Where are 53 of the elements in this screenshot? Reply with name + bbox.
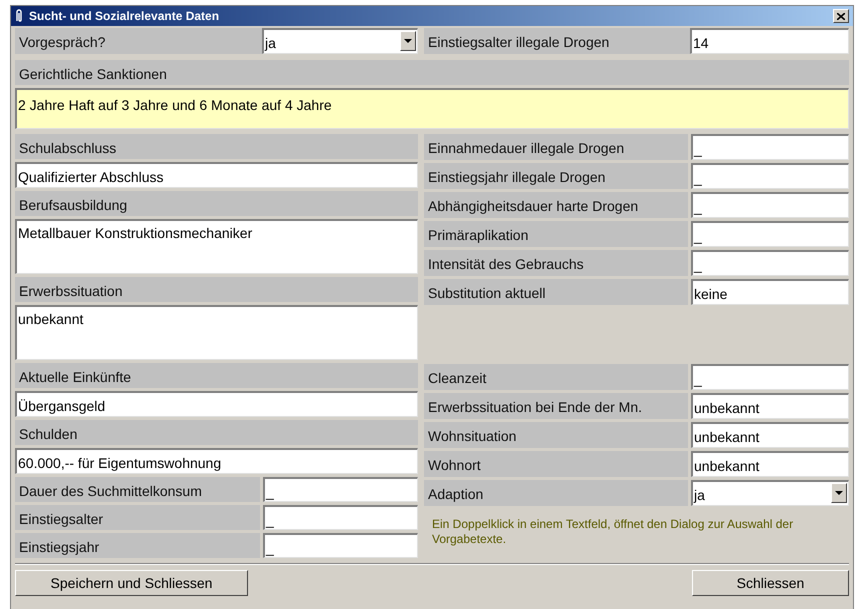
field-label: Abhängigheitsdauer harte Drogen (424, 192, 688, 218)
text-field[interactable]: _ (263, 533, 418, 558)
hint-text: Ein Doppelklick in einem Textfeld, öffnet den Dialog zur Auswahl der Vorgabetexte. (431, 516, 794, 547)
field-label: Erwerbssituation bei Ende der Mn. (424, 393, 688, 419)
field-label: Einstiegsjahr (15, 533, 260, 558)
text-field[interactable]: Metallbauer Konstruktionsmechaniker (15, 219, 418, 274)
field-label: Substitution aktuell (424, 279, 688, 305)
field-label: Schulden (15, 420, 418, 445)
text-field[interactable]: _ (263, 505, 418, 530)
field-label: Wohnort (424, 451, 688, 477)
caret-icon (831, 483, 847, 503)
text-field[interactable]: unbekannt (15, 305, 418, 360)
sanctions-field[interactable]: 2 Jahre Haft auf 3 Jahre und 6 Monate auf 4 Jahre (15, 88, 849, 129)
field-label: Intensität des Gebrauchs (424, 250, 688, 276)
close-button[interactable] (833, 9, 849, 23)
field-label: Schulabschluss (15, 134, 418, 159)
text-field[interactable]: 60.000,-- für Eigentumswohnung (15, 448, 418, 474)
field-label: Gerichtliche Sanktionen (15, 60, 849, 85)
window-title: Sucht- und Sozialrelevante Daten (29, 8, 220, 25)
field-label: Primäraplikation (424, 221, 688, 247)
text-field[interactable]: keine (691, 279, 849, 305)
caret-icon (400, 31, 416, 51)
dropdown[interactable]: ja (691, 480, 849, 506)
save-close-button[interactable]: Speichern und Schliessen (15, 570, 248, 596)
field-label: Einnahmedauer illegale Drogen (424, 134, 688, 160)
close-icon (837, 12, 845, 20)
field-label: Einstiegsalter illegale Drogen (424, 28, 690, 54)
text-field[interactable]: _ (691, 364, 849, 390)
field-label: Aktuelle Einkünfte (15, 363, 418, 388)
field-label: Einstiegsjahr illegale Drogen (424, 163, 688, 189)
field-label: Berufsausbildung (15, 191, 418, 216)
text-field[interactable]: 14 (690, 28, 849, 54)
text-field[interactable]: unbekannt (691, 451, 849, 477)
field-label: Einstiegsalter (15, 505, 260, 530)
field-label: Wohnsituation (424, 422, 688, 448)
text-field[interactable]: _ (691, 221, 849, 247)
field-label: Vorgespräch? (15, 28, 262, 54)
text-field[interactable]: Übergansgeld (15, 391, 418, 417)
text-field[interactable]: _ (691, 163, 849, 189)
field-label: Erwerbssituation (15, 277, 418, 302)
text-field[interactable]: unbekannt (691, 422, 849, 448)
field-label: Dauer des Suchmittelkonsum (15, 477, 260, 502)
text-field[interactable]: Qualifizierter Abschluss (15, 162, 418, 188)
field-label: Adaption (424, 480, 688, 506)
text-field[interactable]: _ (691, 250, 849, 276)
text-field[interactable]: _ (263, 477, 418, 502)
paperclip-icon (15, 9, 23, 23)
text-field[interactable]: _ (691, 134, 849, 160)
text-field[interactable]: unbekannt (691, 393, 849, 419)
text-field[interactable]: _ (691, 192, 849, 218)
dropdown[interactable]: ja (262, 28, 418, 54)
field-label: Cleanzeit (424, 364, 688, 390)
close-dialog-button[interactable]: Schliessen (692, 570, 849, 596)
